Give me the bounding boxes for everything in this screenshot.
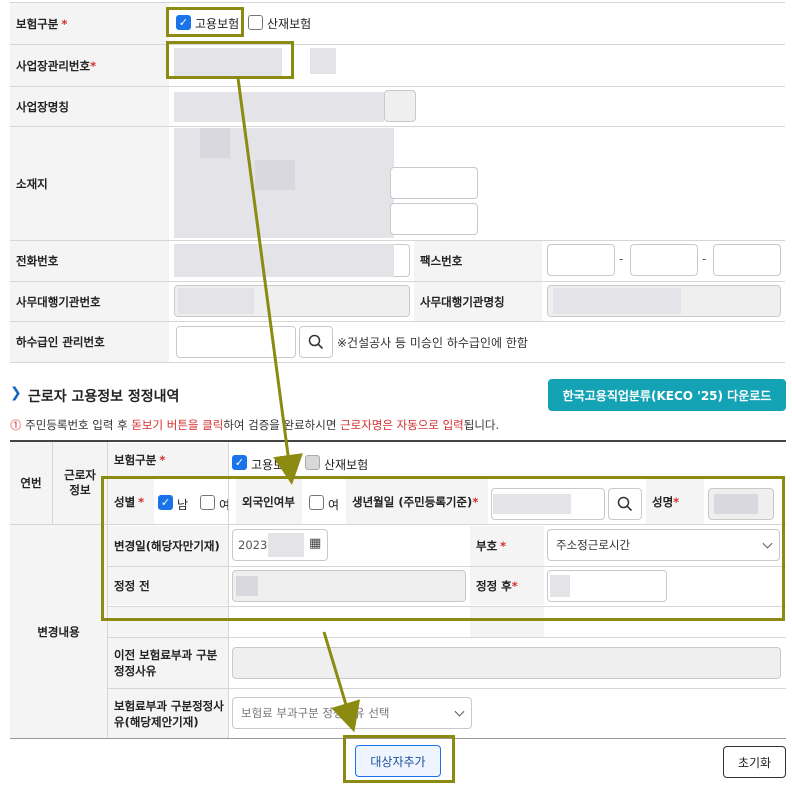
notice-highlight-2: 근로자명은 자동으로 입력 bbox=[340, 418, 464, 432]
industrial-accident-label: 산재보험 bbox=[267, 17, 312, 31]
subcontractor-search-button[interactable] bbox=[299, 326, 333, 358]
table-top-border bbox=[10, 440, 786, 442]
notice-text-2: 하여 검증을 완료하시면 bbox=[223, 418, 341, 432]
table-border bbox=[107, 688, 786, 689]
worker-industrial-accident-label: 산재보험 bbox=[324, 458, 369, 472]
site-mgmt-no-value-extra bbox=[310, 48, 336, 74]
highlight-box bbox=[343, 735, 455, 783]
prev-reason-label: 이전 보험료부과 구분 정정사유 bbox=[108, 638, 228, 688]
subcontractor-note: ※건설공사 등 미승인 하수급인에 한함 bbox=[337, 336, 528, 350]
address-label: 소재지 bbox=[10, 127, 169, 240]
agency-no-value bbox=[178, 288, 254, 314]
search-icon bbox=[308, 334, 324, 350]
chevron-down-icon bbox=[454, 706, 465, 717]
agency-no-label-text: 사무대행기관번호 bbox=[16, 294, 101, 309]
worker-employment-insurance-checkbox[interactable]: ✓ bbox=[232, 455, 247, 470]
fax-field-1[interactable] bbox=[547, 244, 615, 276]
reason-select[interactable]: 보험료 부과구분 정정사유 선택 bbox=[232, 697, 472, 729]
change-section-label: 변경내용 bbox=[10, 525, 107, 739]
phone-label: 전화번호 bbox=[10, 241, 169, 281]
table-border bbox=[107, 637, 786, 638]
form-root: 보험구분 * 사업장관리번호 * 사업장명칭 소재지 전화번호 사무대행기관번호 하… bbox=[0, 0, 792, 785]
address-value-detail bbox=[200, 128, 230, 158]
prev-reason-field bbox=[232, 647, 781, 679]
fax-dash: - bbox=[619, 252, 624, 266]
insurance-type-label-text: 보험구분 bbox=[16, 16, 59, 31]
address-value-detail bbox=[255, 160, 295, 190]
reason-select-placeholder: 보험료 부과구분 정정사유 선택 bbox=[241, 706, 390, 720]
subcontractor-label: 하수급인 관리번호 bbox=[10, 322, 169, 362]
subcontractor-field[interactable] bbox=[176, 326, 296, 358]
reset-button[interactable]: 초기화 bbox=[723, 746, 786, 778]
agency-name-label-text: 사무대행기관명칭 bbox=[420, 294, 505, 309]
site-name-label-text: 사업장명칭 bbox=[16, 99, 69, 114]
phone-value bbox=[174, 244, 394, 277]
required-mark: * bbox=[159, 453, 166, 467]
site-name-label: 사업장명칭 bbox=[10, 87, 169, 126]
phone-field[interactable] bbox=[394, 244, 410, 277]
industrial-accident-checkbox[interactable] bbox=[248, 15, 263, 30]
fax-label: 팩스번호 bbox=[414, 241, 542, 281]
worker-industrial-accident-checkbox bbox=[305, 455, 320, 470]
seq-label: 연번 bbox=[10, 442, 52, 524]
worker-employment-insurance-label: 고용보험 bbox=[251, 458, 296, 472]
fax-dash: - bbox=[702, 252, 707, 266]
agency-name-label: 사무대행기관명칭 bbox=[414, 282, 542, 321]
fax-field-2[interactable] bbox=[630, 244, 698, 276]
worker-info-label-text: 근로자 정보 bbox=[64, 468, 96, 497]
address-detail-field[interactable] bbox=[390, 167, 478, 199]
phone-label-text: 전화번호 bbox=[16, 254, 59, 268]
highlight-box bbox=[166, 41, 294, 79]
fax-label-text: 팩스번호 bbox=[420, 254, 463, 268]
reason-label-text: 보험료부과 구분정정사유(해당제안기재) bbox=[114, 698, 224, 729]
reason-label: 보험료부과 구분정정사유(해당제안기재) bbox=[108, 689, 228, 738]
keco-download-button[interactable]: 한국고용직업분류(KECO '25) 다운로드 bbox=[548, 379, 786, 411]
worker-insurance-type-label-text: 보험구분 bbox=[114, 453, 157, 467]
change-section-label-text: 변경내용 bbox=[37, 625, 80, 639]
notice-text-1: 주민등록번호 입력 후 bbox=[25, 418, 132, 432]
worker-info-label: 근로자 정보 bbox=[53, 442, 107, 524]
notice-highlight-1: 돋보기 버튼을 클릭 bbox=[131, 418, 224, 432]
fax-field-3[interactable] bbox=[713, 244, 781, 276]
highlight-box bbox=[166, 7, 244, 37]
worker-insurance-type-label: 보험구분 * bbox=[108, 443, 228, 477]
required-mark: * bbox=[90, 58, 97, 73]
notice-text-3: 됩니다. bbox=[463, 418, 500, 432]
site-mgmt-no-label: 사업장관리번호 * bbox=[10, 45, 169, 86]
agency-name-value bbox=[553, 288, 681, 314]
insurance-type-label: 보험구분 * bbox=[10, 3, 169, 44]
seq-label-text: 연번 bbox=[20, 476, 42, 490]
site-mgmt-no-label-text: 사업장관리번호 bbox=[16, 58, 91, 73]
required-mark: * bbox=[61, 16, 68, 31]
address-label-text: 소재지 bbox=[16, 176, 48, 191]
section-title: 근로자 고용정보 정정내역 bbox=[28, 389, 180, 405]
subcontractor-label-text: 하수급인 관리번호 bbox=[16, 335, 105, 349]
address-detail-field-2[interactable] bbox=[390, 203, 478, 235]
highlight-box bbox=[101, 476, 785, 621]
notice-line: ⓵ 주민등록번호 입력 후 돋보기 버튼을 클릭하여 검증을 완료하시면 근로자… bbox=[10, 417, 499, 433]
site-name-value bbox=[174, 92, 384, 122]
site-name-field[interactable] bbox=[384, 90, 416, 122]
agency-no-label: 사무대행기관번호 bbox=[10, 282, 169, 321]
prev-reason-label-text: 이전 보험료부과 구분 정정사유 bbox=[114, 648, 218, 678]
alert-icon: ⓵ bbox=[10, 418, 22, 432]
table-border bbox=[10, 362, 785, 363]
table-border bbox=[52, 442, 53, 524]
chevron-right-icon: ❯ bbox=[10, 385, 22, 401]
